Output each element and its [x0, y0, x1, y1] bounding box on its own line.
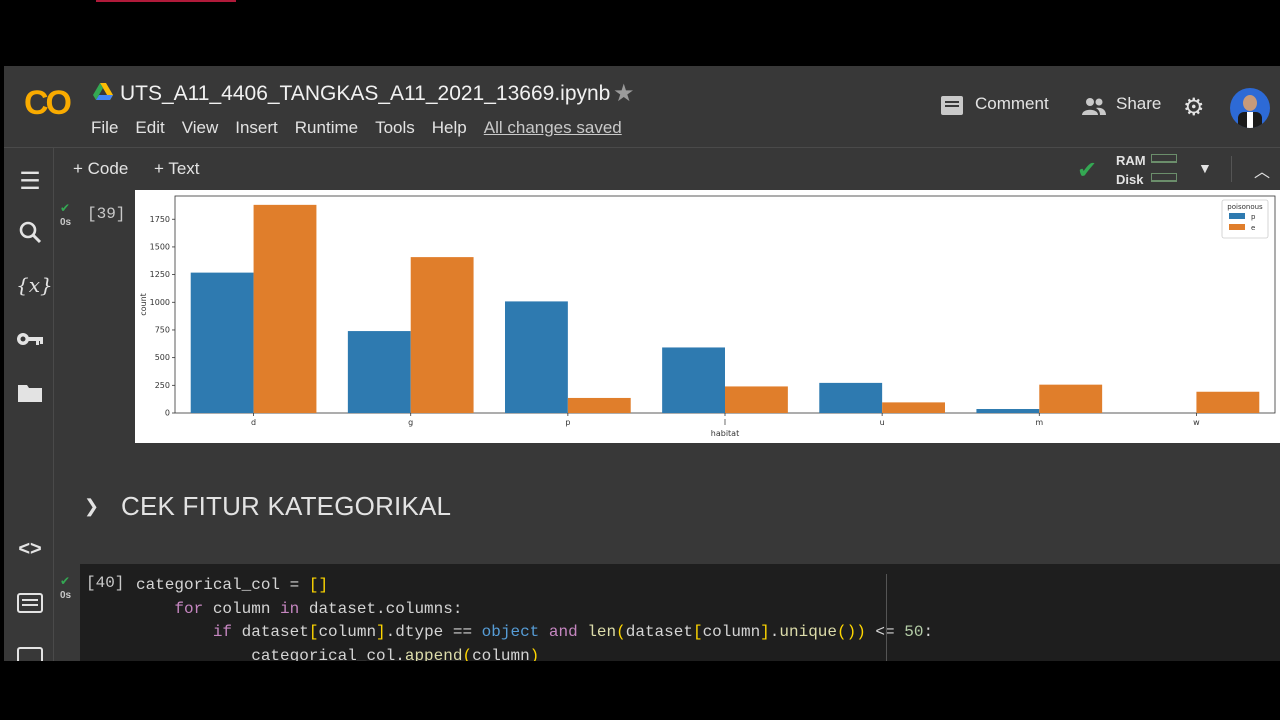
x-tick-label: w	[1193, 418, 1200, 427]
top-letterbox	[0, 0, 1280, 66]
menu-insert[interactable]: Insert	[235, 118, 278, 138]
menu-file[interactable]: File	[91, 118, 118, 138]
y-tick-label: 750	[155, 325, 170, 334]
bar-p-g	[347, 331, 411, 413]
connected-check-icon: ✔	[1077, 157, 1098, 184]
y-tick-label: 1500	[150, 242, 170, 251]
code-line[interactable]: categorical_col.append(column)	[136, 645, 933, 662]
bar-p-p	[505, 301, 568, 413]
chart-output: 0 250 500 750 1000 1250 1500 1750 count d g p l u m w ha…	[135, 190, 1280, 443]
disk-label: Disk	[1116, 172, 1144, 187]
add-code-button[interactable]: + Code	[73, 159, 128, 179]
code-line[interactable]: categorical_col = []	[136, 574, 933, 598]
toc-icon[interactable]: ☰	[16, 167, 44, 195]
section-heading: CEK FITUR KATEGORIKAL	[121, 491, 452, 521]
share-icon[interactable]	[1082, 97, 1106, 115]
comment-icon[interactable]	[941, 96, 963, 115]
legend-label-p: p	[1251, 213, 1256, 221]
menu-tools[interactable]: Tools	[375, 118, 415, 138]
x-tick-label: u	[880, 418, 885, 427]
y-tick-label: 250	[155, 381, 170, 390]
command-palette-icon[interactable]	[16, 592, 44, 620]
star-icon[interactable]: ★	[613, 79, 635, 108]
legend-label-e: e	[1251, 224, 1255, 232]
save-status[interactable]: All changes saved	[484, 118, 622, 138]
cell-success-icon: ✔	[60, 201, 71, 215]
colab-logo[interactable]: CO	[24, 84, 74, 124]
terminal-icon[interactable]	[16, 646, 44, 661]
bar-e-m	[1039, 384, 1103, 413]
x-tick-label: l	[724, 418, 726, 427]
x-tick-label: m	[1035, 418, 1043, 427]
legend-swatch-p	[1229, 213, 1245, 219]
code-line[interactable]: if dataset[column].dtype == object and l…	[136, 621, 933, 645]
bar-e-l	[725, 386, 788, 413]
cell-success-icon: ✔	[60, 574, 71, 588]
ram-bar	[1151, 154, 1177, 163]
x-tick-label: d	[251, 418, 256, 427]
notebook-title[interactable]: UTS_A11_4406_TANGKAS_A11_2021_13669.ipyn…	[120, 82, 610, 106]
share-button[interactable]: Share	[1116, 94, 1161, 114]
disk-bar	[1151, 173, 1177, 182]
notebook-toolbar: + Code + Text ✔ RAM Disk ▼ ︿	[55, 148, 1280, 190]
code-snippets-icon[interactable]: <>	[16, 538, 44, 566]
gear-icon[interactable]: ⚙	[1183, 93, 1205, 122]
colab-app: CO UTS_A11_4406_TANGKAS_A11_2021_13669.i…	[4, 66, 1280, 661]
legend-swatch-e	[1229, 224, 1245, 230]
ram-label: RAM	[1116, 153, 1146, 168]
folder-icon[interactable]	[16, 382, 44, 410]
cell-exec-count[interactable]: [39]	[87, 205, 125, 223]
add-text-button[interactable]: + Text	[154, 159, 200, 179]
bar-e-g	[410, 257, 474, 413]
cell-exec-count[interactable]: [40]	[86, 574, 124, 592]
y-tick-label: 1000	[150, 298, 170, 307]
bar-p-m	[976, 409, 1040, 413]
x-tick-label: p	[565, 418, 570, 427]
variables-icon[interactable]: {x}	[16, 273, 53, 301]
menu-view[interactable]: View	[182, 118, 219, 138]
y-tick-label: 1750	[150, 215, 170, 224]
code-cell[interactable]: [40] categorical_col = [] for column in …	[80, 564, 1280, 661]
search-icon[interactable]	[16, 220, 44, 248]
x-tick-label: g	[408, 418, 413, 427]
bottom-letterbox	[0, 661, 1280, 720]
tab-indicator	[96, 0, 236, 2]
habitat-bar-chart: 0 250 500 750 1000 1250 1500 1750 count d g p l u m w ha…	[139, 195, 1276, 438]
avatar[interactable]	[1230, 88, 1270, 128]
cell-exec-time: 0s	[60, 590, 72, 601]
y-tick-label: 500	[155, 353, 170, 362]
bar-p-d	[190, 272, 254, 413]
chevron-up-icon[interactable]: ︿	[1254, 158, 1270, 182]
cell-exec-time: 0s	[60, 217, 72, 228]
sidebar: ☰ {x} <>	[4, 148, 54, 661]
menu-edit[interactable]: Edit	[135, 118, 164, 138]
x-axis-label: habitat	[711, 429, 739, 438]
bar-e-w	[1196, 391, 1260, 413]
header: CO UTS_A11_4406_TANGKAS_A11_2021_13669.i…	[4, 66, 1280, 148]
bar-e-p	[567, 397, 631, 413]
y-tick-label: 0	[165, 409, 170, 418]
legend-title: poisonous	[1227, 203, 1263, 211]
menu-help[interactable]: Help	[432, 118, 467, 138]
y-axis-label: count	[139, 293, 148, 316]
drive-icon[interactable]	[93, 83, 113, 101]
ruler-line	[886, 574, 887, 661]
code-line[interactable]: for column in dataset.columns:	[136, 598, 933, 622]
key-icon[interactable]	[16, 328, 44, 356]
bar-p-l	[662, 347, 725, 413]
bar-p-u	[819, 382, 883, 413]
section-collapse-icon[interactable]: ❯	[84, 496, 99, 517]
menu-bar: File Edit View Insert Runtime Tools Help…	[91, 118, 639, 138]
bar-e-d	[253, 204, 317, 413]
toolbar-divider	[1231, 156, 1232, 182]
chevron-down-icon[interactable]: ▼	[1198, 160, 1212, 176]
comment-button[interactable]: Comment	[975, 94, 1049, 114]
bar-e-u	[882, 402, 945, 413]
logo-text: CO	[24, 84, 72, 122]
code-editor[interactable]: categorical_col = [] for column in datas…	[136, 574, 933, 661]
y-tick-label: 1250	[150, 270, 170, 279]
resource-monitor[interactable]: RAM Disk	[1116, 151, 1146, 189]
menu-runtime[interactable]: Runtime	[295, 118, 358, 138]
